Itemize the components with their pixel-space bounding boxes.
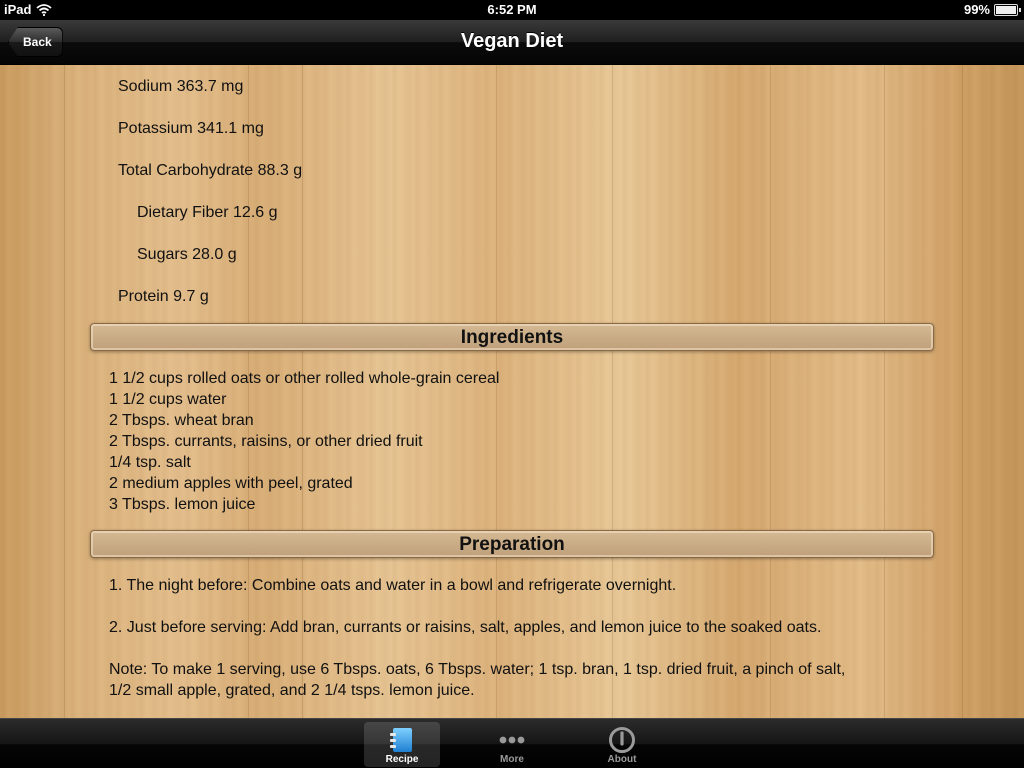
power-icon xyxy=(609,727,635,753)
tab-label: About xyxy=(607,754,637,765)
list-item: 1 1/2 cups water xyxy=(109,391,227,408)
battery-fill xyxy=(996,5,1016,14)
tab-about[interactable]: About xyxy=(584,722,660,767)
tab-recipe[interactable]: Recipe xyxy=(364,722,440,767)
list-item: 2 Tbsps. currants, raisins, or other dri… xyxy=(109,433,423,450)
status-time: 6:52 PM xyxy=(487,2,537,17)
battery-icon xyxy=(994,3,1021,16)
list-item: 3 Tbsps. lemon juice xyxy=(109,496,256,513)
list-item: 2 Tbsps. wheat bran xyxy=(109,412,254,429)
tab-label: Recipe xyxy=(385,754,419,765)
ipad-screen: iPad 6:52 PM 99% Back Vegan Diet Sodium … xyxy=(0,0,1024,768)
navigation-bar: Back Vegan Diet xyxy=(0,20,1024,65)
preparation-heading: Preparation xyxy=(90,530,934,558)
more-icon xyxy=(499,736,525,744)
tab-more[interactable]: More xyxy=(474,722,550,767)
recipe-content[interactable]: Sodium 363.7 mg Potassium 341.1 mg Total… xyxy=(0,65,1024,718)
battery-percent: 99% xyxy=(963,2,990,17)
nutrition-item-carbohydrate: Total Carbohydrate 88.3 g xyxy=(118,162,303,179)
nutrition-item-sugars: Sugars 28.0 g xyxy=(137,246,237,263)
battery-indicator: 99% xyxy=(963,2,1021,17)
tab-label: More xyxy=(500,754,524,765)
ingredients-list: 1 1/2 cups rolled oats or other rolled w… xyxy=(109,368,909,515)
page-title: Vegan Diet xyxy=(460,30,564,52)
ingredients-heading: Ingredients xyxy=(90,323,934,351)
status-bar: iPad 6:52 PM 99% xyxy=(0,0,1024,20)
list-item: 2 medium apples with peel, grated xyxy=(109,475,353,492)
preparation-step: 2. Just before serving: Add bran, curran… xyxy=(109,619,822,636)
list-item: 1/4 tsp. salt xyxy=(109,454,191,471)
preparation-step: 1. The night before: Combine oats and wa… xyxy=(109,577,677,594)
recipe-icon xyxy=(390,728,412,752)
nutrition-item-sodium: Sodium 363.7 mg xyxy=(118,78,244,95)
preparation-note: Note: To make 1 serving, use 6 Tbsps. oa… xyxy=(109,661,846,699)
list-item: 1 1/2 cups rolled oats or other rolled w… xyxy=(109,370,500,387)
nutrition-item-fiber: Dietary Fiber 12.6 g xyxy=(137,204,278,221)
nutrition-item-potassium: Potassium 341.1 mg xyxy=(118,120,264,137)
tab-bar: Recipe More About xyxy=(0,718,1024,768)
nutrition-item-protein: Protein 9.7 g xyxy=(118,288,209,305)
